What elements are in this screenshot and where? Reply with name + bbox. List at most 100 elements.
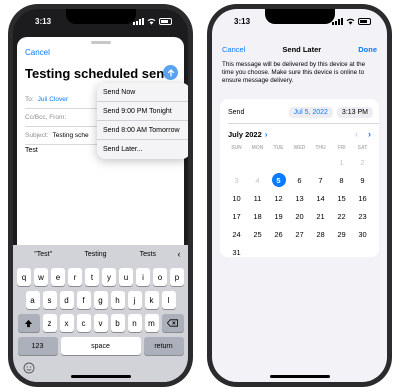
key[interactable]: l	[161, 291, 176, 309]
send-button[interactable]	[163, 65, 178, 80]
done-button[interactable]: Done	[358, 45, 377, 54]
calendar-day-number: 26	[274, 229, 283, 239]
backspace-icon	[167, 319, 178, 327]
return-key[interactable]: return	[143, 337, 184, 355]
weekday-label: SUN	[231, 145, 242, 151]
key[interactable]: z	[42, 314, 57, 332]
key[interactable]: k	[144, 291, 159, 309]
menu-send-tonight[interactable]: Send 9:00 PM Tonight	[97, 102, 188, 121]
key[interactable]: q	[17, 268, 31, 286]
key[interactable]: p	[170, 268, 184, 286]
calendar-day[interactable]: 7	[310, 171, 331, 189]
sheet-grabber[interactable]	[90, 41, 111, 44]
calendar-day[interactable]: 21	[310, 207, 331, 225]
key[interactable]: o	[153, 268, 167, 286]
numbers-key[interactable]: 123	[17, 337, 58, 355]
calendar-day-number: 6	[297, 175, 302, 185]
calendar-day-number: 1	[339, 157, 344, 167]
calendar-day[interactable]: 17	[226, 207, 247, 225]
next-month-icon[interactable]: ›	[368, 129, 371, 139]
calendar-day[interactable]: 6	[289, 171, 310, 189]
key[interactable]: h	[110, 291, 125, 309]
suggestion-item[interactable]: "Test"	[17, 251, 69, 258]
key[interactable]: t	[85, 268, 99, 286]
calendar-day[interactable]: 29	[331, 225, 352, 243]
key[interactable]: c	[76, 314, 91, 332]
menu-send-tomorrow[interactable]: Send 8:00 AM Tomorrow	[97, 121, 188, 140]
calendar-day[interactable]: 19	[268, 207, 289, 225]
calendar-day[interactable]: 28	[310, 225, 331, 243]
calendar-day[interactable]: 16	[352, 189, 373, 207]
calendar-day[interactable]: 5	[268, 171, 289, 189]
key[interactable]: f	[76, 291, 91, 309]
key[interactable]: i	[136, 268, 150, 286]
key[interactable]: y	[102, 268, 116, 286]
key[interactable]: w	[34, 268, 48, 286]
calendar-day-number: 28	[316, 229, 325, 239]
space-key[interactable]: space	[60, 337, 141, 355]
calendar-day[interactable]: 14	[310, 189, 331, 207]
key[interactable]: b	[110, 314, 125, 332]
key[interactable]: n	[127, 314, 142, 332]
calendar-day[interactable]: 13	[289, 189, 310, 207]
nav-bar: Cancel Send Later Done	[222, 45, 377, 54]
key[interactable]: r	[68, 268, 82, 286]
calendar-day[interactable]: 31	[226, 243, 247, 261]
cancel-button[interactable]: Cancel	[25, 48, 50, 57]
key[interactable]: x	[59, 314, 74, 332]
calendar-day: 3	[226, 171, 247, 189]
chevron-right-icon[interactable]: ›	[265, 130, 268, 139]
key[interactable]: d	[59, 291, 74, 309]
emoji-icon[interactable]	[23, 362, 35, 374]
menu-send-later[interactable]: Send Later...	[97, 140, 188, 159]
subject-value: Testing sche	[52, 132, 89, 139]
chevron-left-icon[interactable]: ‹	[174, 249, 184, 259]
calendar-day[interactable]: 15	[331, 189, 352, 207]
calendar-day[interactable]: 10	[226, 189, 247, 207]
key[interactable]: s	[42, 291, 57, 309]
suggestion-item[interactable]: Testing	[69, 251, 121, 258]
calendar-day[interactable]: 30	[352, 225, 373, 243]
key[interactable]: u	[119, 268, 133, 286]
month-header: July 2022 › ‹ ›	[228, 129, 371, 139]
calendar-empty-cell	[247, 153, 268, 171]
key[interactable]: m	[144, 314, 159, 332]
calendar-day[interactable]: 11	[247, 189, 268, 207]
calendar-day[interactable]: 27	[289, 225, 310, 243]
calendar-day[interactable]: 26	[268, 225, 289, 243]
calendar-day-number: 29	[337, 229, 346, 239]
calendar-day[interactable]: 25	[247, 225, 268, 243]
page-title: Send Later	[282, 45, 322, 54]
shift-key[interactable]	[17, 314, 40, 332]
calendar-day[interactable]: 8	[331, 171, 352, 189]
calendar-day[interactable]: 9	[352, 171, 373, 189]
calendar-day[interactable]: 12	[268, 189, 289, 207]
calendar-day[interactable]: 24	[226, 225, 247, 243]
month-label[interactable]: July 2022	[228, 130, 262, 139]
key[interactable]: j	[127, 291, 142, 309]
calendar-empty-cell	[352, 243, 373, 261]
calendar-day[interactable]: 20	[289, 207, 310, 225]
menu-send-now[interactable]: Send Now	[97, 83, 188, 102]
time-picker-button[interactable]: 3:13 PM	[336, 106, 373, 118]
calendar-week: 17 18 19 20 21 22 23	[226, 207, 373, 225]
previous-month-icon[interactable]: ‹	[355, 129, 358, 139]
left-phone: 3:13 Cancel Testing scheduled send To: J…	[8, 4, 193, 387]
key[interactable]: g	[93, 291, 108, 309]
calendar-empty-cell	[268, 243, 289, 261]
signal-icon	[332, 17, 343, 25]
delete-key[interactable]	[161, 314, 184, 332]
calendar-day[interactable]: 22	[331, 207, 352, 225]
key[interactable]: a	[25, 291, 40, 309]
send-label: Send	[228, 108, 245, 116]
cancel-button[interactable]: Cancel	[222, 45, 245, 54]
key[interactable]: v	[93, 314, 108, 332]
calendar-day[interactable]: 18	[247, 207, 268, 225]
key[interactable]: e	[51, 268, 65, 286]
date-picker-button[interactable]: Jul 5, 2022	[288, 106, 333, 118]
to-recipient[interactable]: Juli Clover	[38, 96, 68, 103]
calendar-day[interactable]: 23	[352, 207, 373, 225]
calendar-day-number: 24	[232, 229, 241, 239]
suggestion-item[interactable]: Tests	[122, 251, 174, 258]
message-body[interactable]: Test	[25, 147, 38, 154]
